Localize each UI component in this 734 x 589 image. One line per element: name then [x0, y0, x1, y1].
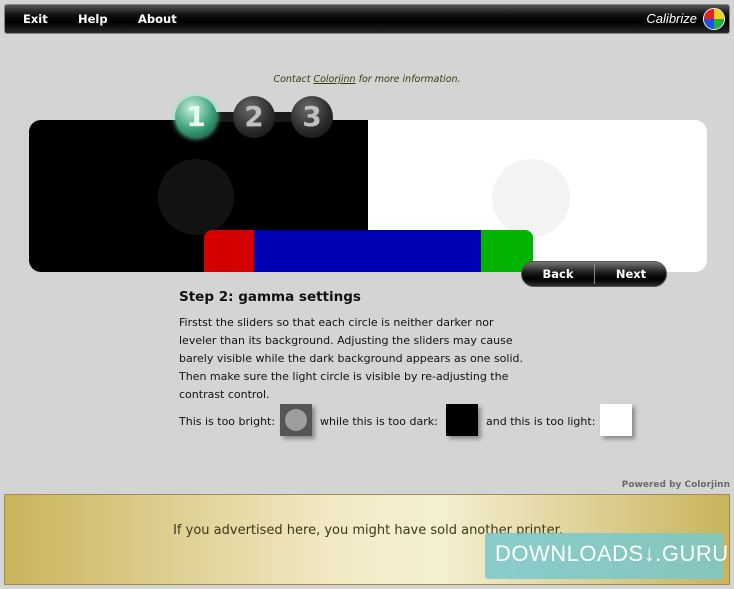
downloads-guru-watermark: DOWNLOADS↓.GURU: [485, 533, 728, 579]
too-dark-sample: [446, 404, 478, 436]
menu-about[interactable]: About: [138, 12, 177, 26]
powered-by-text: Powered by Colorjinn: [621, 480, 730, 490]
red-gamma-bar: [204, 230, 254, 272]
menu-exit[interactable]: Exit: [23, 12, 48, 26]
instruction-line: Firstst the sliders so that each circle …: [179, 316, 494, 329]
instruction-line: barely visible while the dark background…: [179, 352, 524, 365]
step-1-badge[interactable]: 1: [175, 96, 217, 138]
ad-contact: Contact Colorjinn for more information.: [0, 74, 734, 85]
app-brand: Calibrize: [646, 11, 697, 26]
instruction-line: Then make sure the light circle is visib…: [179, 370, 509, 383]
too-bright-sample: [280, 404, 312, 436]
step-heading: Step 2: gamma settings: [179, 289, 361, 305]
instruction-line: contrast control.: [179, 388, 270, 401]
too-dark-label: while this is too dark:: [320, 415, 438, 428]
back-button[interactable]: Back: [522, 262, 594, 286]
menu-help[interactable]: Help: [78, 12, 108, 26]
step-3-badge[interactable]: 3: [291, 96, 333, 138]
next-button[interactable]: Next: [595, 262, 667, 286]
ad-contact-suffix: for more information.: [358, 74, 461, 85]
calibrize-logo-icon: [703, 8, 725, 30]
step-navigation: Back Next: [521, 261, 667, 287]
too-bright-label: This is too bright:: [179, 415, 276, 428]
instruction-line: leveler than its background. Adjusting t…: [179, 334, 513, 347]
dark-gamma-circle: [158, 159, 234, 235]
ad-contact-prefix: Contact: [273, 74, 311, 85]
menu-bar: Exit Help About Calibrize: [4, 4, 730, 34]
blue-gamma-bar: [254, 230, 481, 272]
watermark-text: DOWNLOADS↓.GURU: [495, 541, 729, 566]
step-2-badge[interactable]: 2: [233, 96, 275, 138]
colorjinn-link[interactable]: Colorjinn: [313, 74, 355, 85]
light-gamma-circle: [492, 159, 570, 237]
too-light-label: and this is too light:: [486, 415, 596, 428]
too-light-sample: [600, 404, 632, 436]
